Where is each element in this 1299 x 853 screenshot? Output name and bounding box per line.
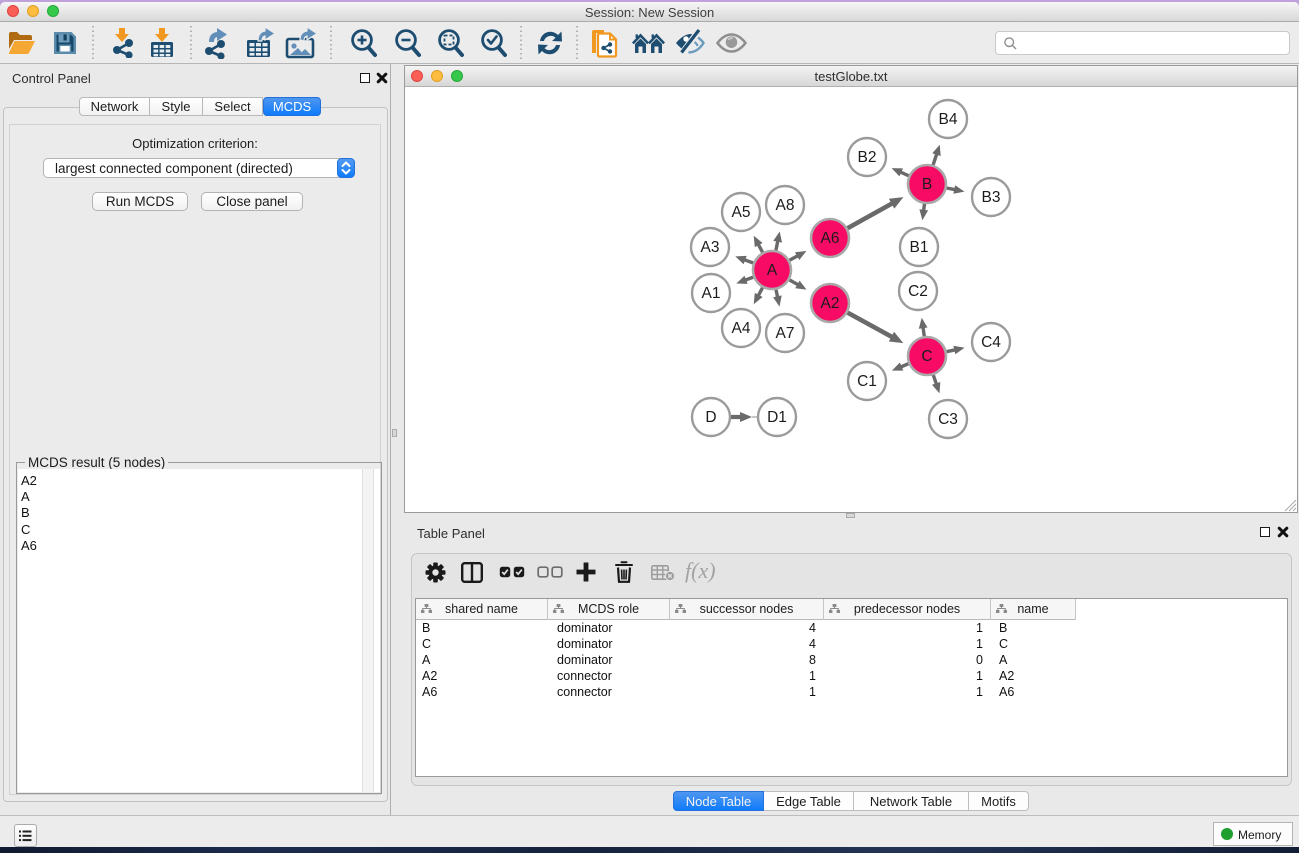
svg-text:B3: B3 xyxy=(982,189,1001,206)
svg-text:C4: C4 xyxy=(981,334,1001,351)
svg-text:A6: A6 xyxy=(821,230,840,247)
svg-text:A1: A1 xyxy=(702,285,721,302)
svg-text:C3: C3 xyxy=(938,411,958,428)
svg-text:A4: A4 xyxy=(732,320,751,337)
svg-text:C: C xyxy=(921,348,932,365)
svg-text:A5: A5 xyxy=(732,204,751,221)
svg-text:B1: B1 xyxy=(910,239,929,256)
svg-text:B: B xyxy=(922,176,932,193)
svg-text:D: D xyxy=(705,409,716,426)
svg-text:A8: A8 xyxy=(776,197,795,214)
svg-text:B2: B2 xyxy=(858,149,877,166)
svg-text:D1: D1 xyxy=(767,409,787,426)
svg-text:C1: C1 xyxy=(857,373,877,390)
svg-text:A3: A3 xyxy=(701,239,720,256)
svg-text:C2: C2 xyxy=(908,283,928,300)
svg-text:A: A xyxy=(767,262,778,279)
svg-text:A2: A2 xyxy=(821,295,840,312)
svg-text:B4: B4 xyxy=(939,111,958,128)
svg-text:A7: A7 xyxy=(776,325,795,342)
